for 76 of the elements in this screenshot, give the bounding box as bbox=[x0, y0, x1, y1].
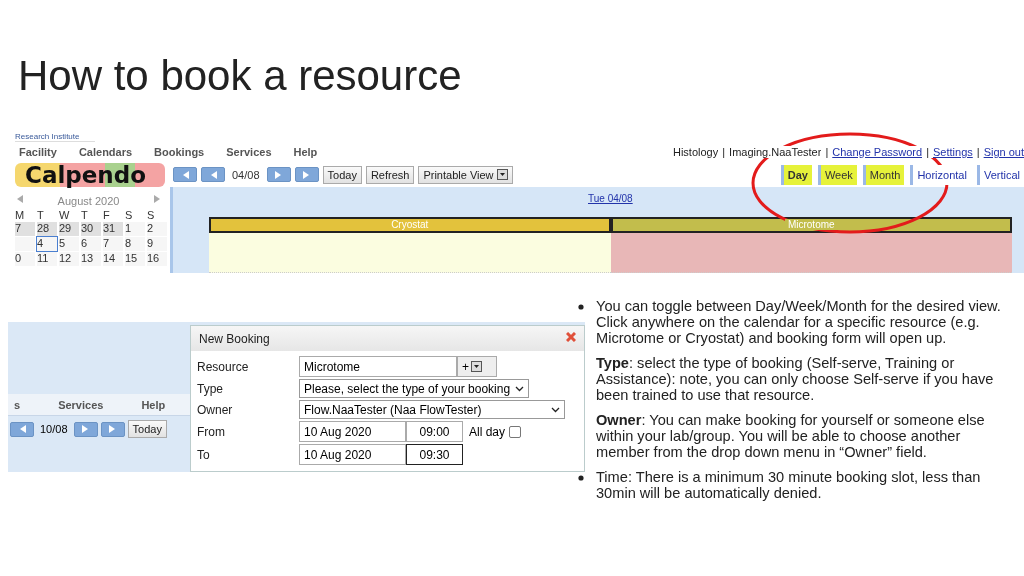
today-button[interactable]: Today bbox=[127, 420, 167, 438]
view-tab[interactable]: Month bbox=[862, 164, 905, 185]
weekday-label: S bbox=[125, 209, 134, 221]
weekday-label: S bbox=[147, 209, 156, 221]
owner-select[interactable]: Flow.NaaTester (Naa FlowTester) bbox=[299, 400, 565, 419]
calendar-day[interactable]: 9 bbox=[147, 237, 167, 251]
calendar-day[interactable]: 31 bbox=[103, 222, 123, 236]
bullet-text: Type: select the type of booking (Self-serve, Training or Assistance): note, you can only choose Self-serve if you have been trained to use that resource. bbox=[596, 355, 995, 403]
weekday-label: T bbox=[81, 209, 89, 221]
dialog-title: New Booking bbox=[199, 332, 270, 345]
field-label: Owner bbox=[197, 402, 234, 417]
calendar-day[interactable]: 16 bbox=[147, 252, 167, 266]
calendar-day[interactable]: 13 bbox=[81, 252, 101, 266]
menu-item[interactable]: Services bbox=[226, 146, 284, 158]
calendar-day[interactable]: 5 bbox=[59, 237, 79, 251]
time-field[interactable]: 09:30 bbox=[406, 444, 463, 465]
current-date: 10/08 bbox=[40, 423, 68, 435]
menu-item[interactable]: s bbox=[14, 398, 33, 411]
type-select[interactable]: Please, select the type of your booking bbox=[299, 379, 529, 398]
bullet-text: Time: There is a minimum 30 minute booking slot, less than 30min will be automatically denied. bbox=[596, 469, 982, 501]
day-link[interactable]: Tue 04/08 bbox=[588, 192, 633, 204]
pipe-text: | bbox=[922, 146, 933, 158]
bullet-text: You can toggle between Day/Week/Month for the desired view. Click anywhere on the calendar for a specific resource (e.g. Microtome or Cryostat) and booking form will open up. bbox=[596, 298, 1002, 346]
calendar-day[interactable]: 28 bbox=[37, 222, 57, 236]
current-date: 04/08 bbox=[232, 168, 260, 181]
weekday-label: F bbox=[103, 209, 111, 221]
org-logo: Research Institute bbox=[15, 126, 95, 142]
view-tab[interactable]: Week bbox=[817, 164, 857, 185]
calendar-day[interactable]: 2 bbox=[147, 222, 167, 236]
app-logo: Calpendo bbox=[15, 162, 165, 187]
toolbar-button[interactable]: Today bbox=[322, 165, 362, 184]
user-label: Histology bbox=[672, 146, 719, 158]
calendar-day[interactable]: 0 bbox=[15, 252, 35, 266]
menu-item[interactable]: Help bbox=[293, 146, 330, 158]
checkbox-label: All day bbox=[469, 424, 506, 439]
calendar-day[interactable]: 1 bbox=[125, 222, 145, 236]
resource-header: Microtome bbox=[610, 217, 1012, 233]
weekday-label: W bbox=[59, 209, 71, 221]
toolbar-button[interactable]: Printable View bbox=[418, 165, 513, 184]
menu-item[interactable]: Bookings bbox=[154, 146, 217, 158]
calendar-day[interactable]: 8 bbox=[125, 237, 145, 251]
month-label: August 2020 bbox=[57, 195, 120, 207]
time-field[interactable]: 09:00 bbox=[406, 421, 463, 442]
menu-item[interactable]: Calendars bbox=[78, 146, 145, 158]
calendar-day[interactable]: 4 bbox=[37, 237, 57, 251]
calendar-day[interactable]: 11 bbox=[37, 252, 57, 266]
weekday-label: M bbox=[15, 209, 26, 221]
bullet-text: Owner: You can make booking for yourself or someone else within your lab/group. You will be able to choose another member from the drop down menu in “Owner” field. bbox=[596, 412, 986, 460]
resource-header: Cryostat bbox=[209, 217, 611, 233]
add-button[interactable]: + bbox=[457, 356, 497, 377]
calendar-day[interactable]: 14 bbox=[103, 252, 123, 266]
menu-item[interactable]: Help bbox=[141, 398, 178, 411]
toolbar-button[interactable]: Refresh bbox=[365, 165, 415, 184]
calendar-day[interactable]: 29 bbox=[59, 222, 79, 236]
date-field[interactable]: 10 Aug 2020 bbox=[299, 444, 406, 465]
resource-field[interactable]: Microtome bbox=[299, 356, 457, 377]
user-link[interactable]: Change Password bbox=[832, 146, 923, 158]
weekday-label: T bbox=[37, 209, 45, 221]
menu-item[interactable]: Services bbox=[58, 398, 116, 411]
field-label: To bbox=[197, 447, 211, 462]
field-label: From bbox=[197, 424, 226, 439]
calendar-day[interactable]: 30 bbox=[81, 222, 101, 236]
menu-item[interactable]: Facility bbox=[19, 146, 69, 158]
view-tab[interactable]: Day bbox=[780, 164, 812, 185]
calendar-day[interactable]: 7 bbox=[15, 222, 35, 236]
calendar-day[interactable]: 15 bbox=[125, 252, 145, 266]
slide-title: How to book a resource bbox=[18, 52, 463, 101]
calendar-day[interactable]: 7 bbox=[103, 237, 123, 251]
field-label: Type bbox=[197, 381, 224, 396]
field-label: Resource bbox=[197, 359, 250, 374]
user-link[interactable]: Settings bbox=[933, 146, 973, 158]
calendar-day[interactable]: 12 bbox=[59, 252, 79, 266]
user-label: Imaging.NaaTester bbox=[729, 146, 822, 158]
user-link[interactable]: Sign out bbox=[983, 146, 1024, 158]
calendar-day[interactable]: 6 bbox=[81, 237, 101, 251]
date-field[interactable]: 10 Aug 2020 bbox=[299, 421, 406, 442]
